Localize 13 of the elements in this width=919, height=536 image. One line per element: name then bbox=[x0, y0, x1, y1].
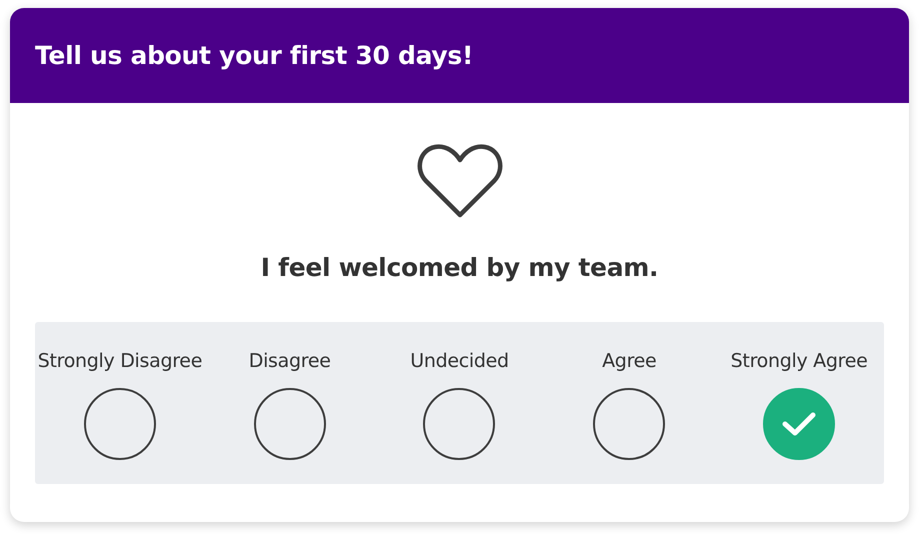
radio-button[interactable] bbox=[423, 388, 496, 460]
survey-question: I feel welcomed by my team. bbox=[260, 253, 658, 282]
survey-title: Tell us about your first 30 days! bbox=[35, 41, 474, 70]
heart-icon bbox=[416, 143, 502, 219]
option-label: Disagree bbox=[248, 350, 331, 372]
option-label: Undecided bbox=[410, 350, 509, 372]
radio-button[interactable] bbox=[254, 388, 326, 460]
check-icon bbox=[782, 411, 816, 437]
option-label: Agree bbox=[602, 350, 656, 372]
radio-button[interactable] bbox=[84, 388, 156, 460]
option-label: Strongly Agree bbox=[730, 350, 868, 372]
option-label: Strongly Disagree bbox=[38, 350, 202, 372]
radio-button[interactable] bbox=[593, 388, 666, 460]
